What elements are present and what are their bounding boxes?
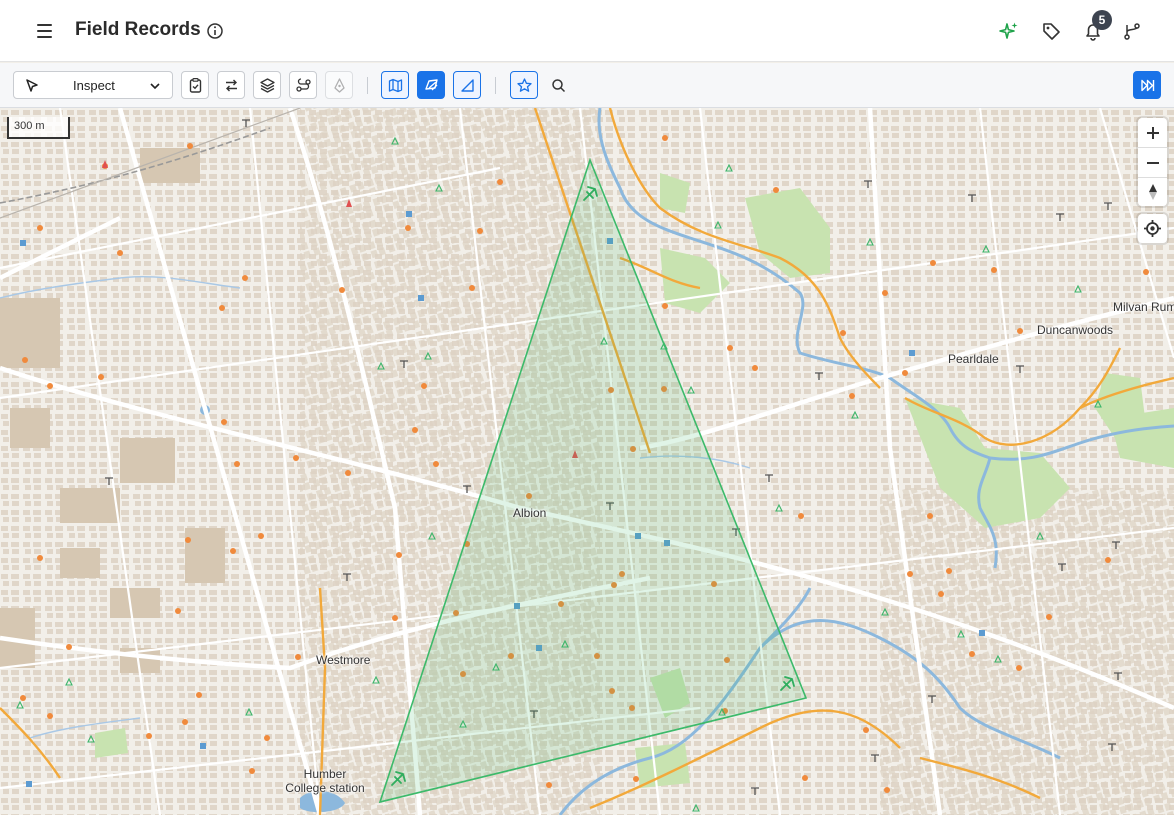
- collapse-panel-button[interactable]: [1133, 71, 1161, 99]
- menu-icon[interactable]: [34, 20, 56, 42]
- scale-bar: 300 m: [7, 117, 70, 139]
- zoom-out-button[interactable]: [1138, 148, 1167, 177]
- swap-button[interactable]: [217, 71, 245, 99]
- place-label-line: Humber: [303, 767, 347, 781]
- locate-me-button[interactable]: [1138, 214, 1167, 243]
- measure-angle-icon: [460, 78, 474, 92]
- swap-arrows-icon: [225, 79, 237, 91]
- compass-icon: [1148, 183, 1157, 200]
- favorites-button[interactable]: [510, 71, 538, 99]
- place-label-milvan: Milvan Rum: [1113, 300, 1174, 314]
- info-icon[interactable]: [206, 22, 224, 40]
- plus-icon: [1146, 126, 1159, 139]
- route-icon: [295, 77, 311, 92]
- measure-button[interactable]: [453, 71, 481, 99]
- mode-select[interactable]: Inspect: [13, 71, 173, 99]
- app-root: Field Records 5 Inspect Albion Westmore …: [0, 0, 1174, 815]
- layers-icon: [259, 77, 275, 93]
- star-icon: [516, 77, 532, 92]
- ai-sparkle-icon[interactable]: [998, 20, 1020, 42]
- toolbar-divider: [495, 77, 496, 94]
- pen-tool-icon: [333, 77, 345, 93]
- crosshair-icon: [1144, 220, 1161, 237]
- toolbar-divider: [367, 77, 368, 94]
- tasks-button[interactable]: [181, 71, 209, 99]
- draw-area-button[interactable]: [417, 71, 445, 99]
- clipboard-check-icon: [189, 77, 201, 93]
- tag-icon[interactable]: [1040, 20, 1062, 42]
- place-label-pearldale: Pearldale: [948, 352, 999, 366]
- layers-button[interactable]: [253, 71, 281, 99]
- basemap: [0, 108, 1174, 815]
- map-canvas[interactable]: Albion Westmore Humber College station P…: [0, 108, 1174, 815]
- place-label-westmore: Westmore: [316, 653, 371, 667]
- pen-tool-button[interactable]: [325, 71, 353, 99]
- minus-icon: [1146, 161, 1159, 164]
- chevron-down-icon: [150, 83, 160, 90]
- draw-area-icon: [424, 78, 438, 90]
- mode-select-value: Inspect: [73, 78, 115, 93]
- place-label-duncanwoods: Duncanwoods: [1037, 323, 1114, 337]
- route-button[interactable]: [289, 71, 317, 99]
- search-button[interactable]: [544, 71, 572, 99]
- zoom-in-button[interactable]: [1138, 118, 1167, 147]
- app-header: Field Records 5: [0, 0, 1174, 62]
- branch-icon[interactable]: [1121, 20, 1143, 42]
- map-toolbar: Inspect: [0, 63, 1174, 108]
- place-label-humber-college: Humber College station: [285, 767, 365, 795]
- place-label-line: College station: [285, 781, 365, 795]
- page-title: Field Records: [75, 19, 201, 40]
- zoom-control: [1138, 118, 1167, 206]
- collapse-panel-icon: [1140, 79, 1154, 91]
- basemap-button[interactable]: [381, 71, 409, 99]
- notification-badge: 5: [1092, 10, 1112, 30]
- reset-north-button[interactable]: [1138, 177, 1167, 206]
- map-icon: [388, 78, 402, 92]
- search-icon: [551, 78, 565, 92]
- place-label-albion: Albion: [513, 506, 547, 520]
- pointer-icon: [26, 79, 38, 92]
